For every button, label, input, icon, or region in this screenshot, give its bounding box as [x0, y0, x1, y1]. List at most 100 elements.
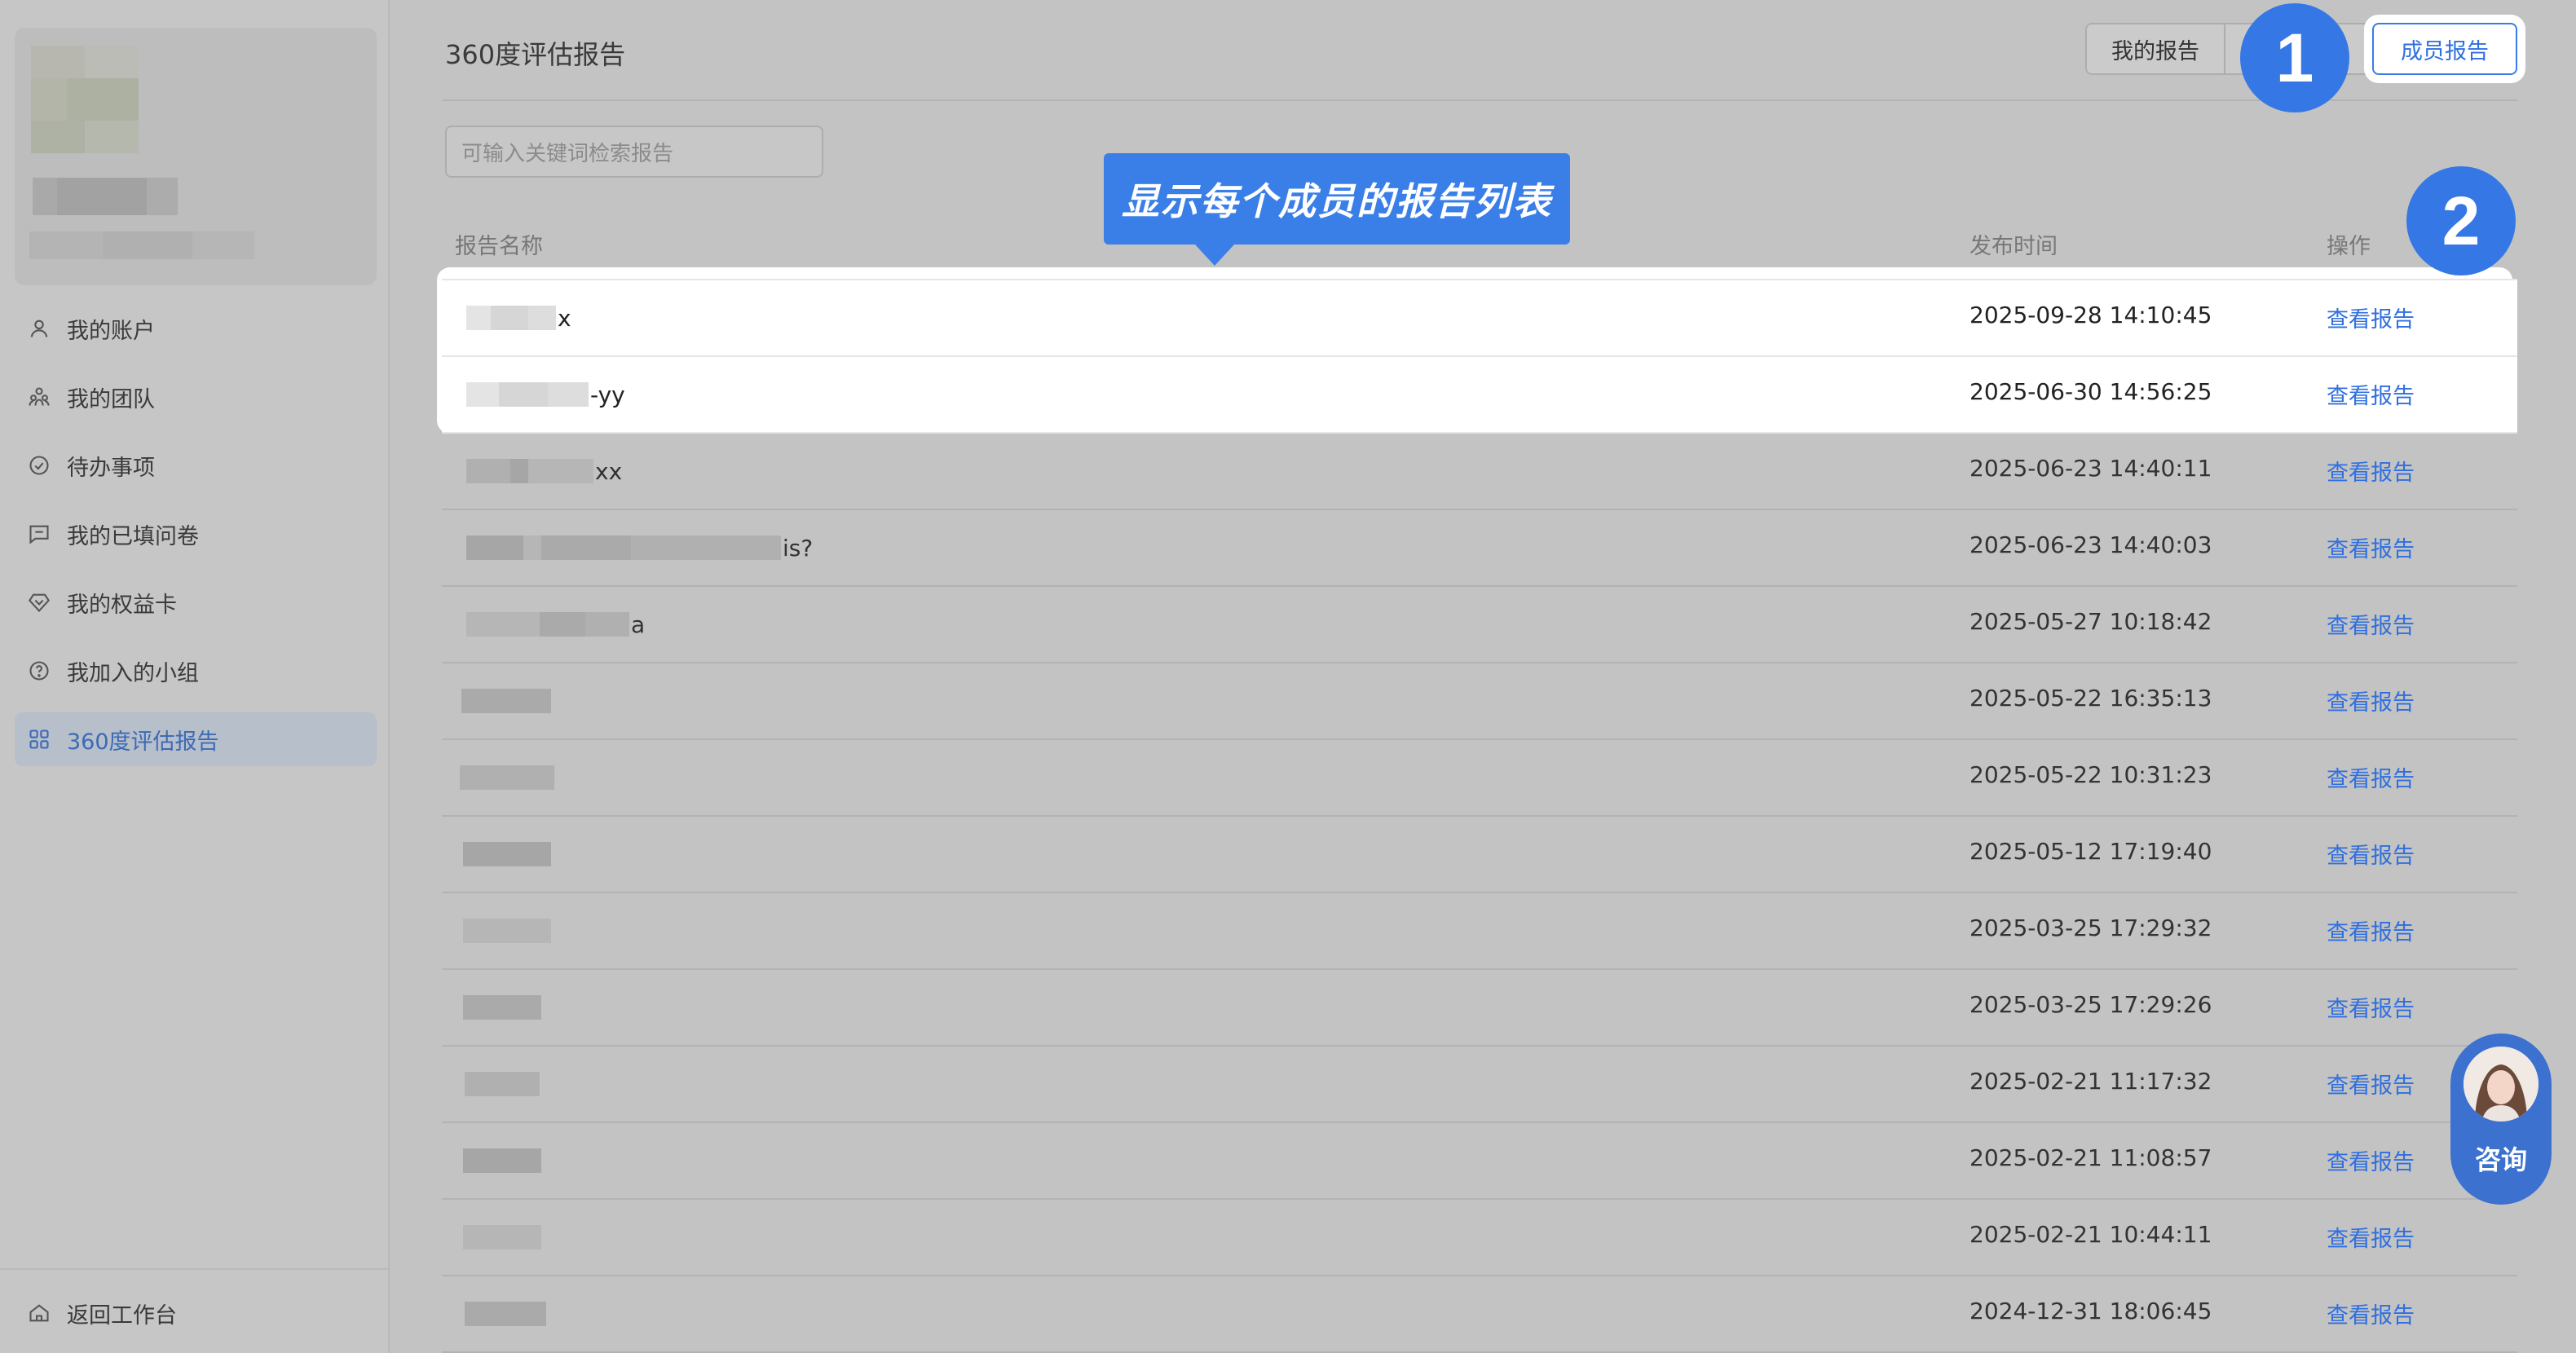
header-divider: [442, 99, 2517, 101]
publish-time: 2025-03-25 17:29:26: [1969, 991, 2212, 1018]
sidebar-footer: 返回工作台: [0, 1268, 388, 1353]
table-row[interactable]: 2025-05-12 17:19:40 查看报告: [442, 817, 2517, 893]
table-row[interactable]: 2025-03-25 17:29:26 查看报告: [442, 970, 2517, 1047]
report-name-suffix: a: [631, 610, 646, 638]
table-row[interactable]: -yy 2025-06-30 14:56:25 查看报告: [442, 357, 2517, 434]
sidebar-item-label: 我的已填问卷: [67, 523, 199, 549]
report-name-cell: [463, 836, 553, 872]
table-row[interactable]: 2025-05-22 16:35:13 查看报告: [442, 663, 2517, 740]
column-name-header: 报告名称: [455, 234, 543, 259]
column-time-header: 发布时间: [1969, 234, 2058, 259]
table-row[interactable]: 2025-05-22 10:31:23 查看报告: [442, 740, 2517, 817]
table-row[interactable]: is? 2025-06-23 14:40:03 查看报告: [442, 510, 2517, 587]
check-circle-icon: [28, 454, 51, 477]
view-report-link[interactable]: 查看报告: [2327, 1298, 2415, 1329]
sidebar-item-2[interactable]: 待办事项: [15, 439, 377, 492]
view-report-link[interactable]: 查看报告: [2327, 608, 2415, 640]
sidebar-item-4[interactable]: 我的权益卡: [15, 575, 377, 629]
sidebar-item-5[interactable]: 我加入的小组: [15, 644, 377, 698]
view-report-link[interactable]: 查看报告: [2327, 455, 2415, 487]
column-action-header: 操作: [2327, 234, 2371, 259]
report-name-redacted: [463, 1225, 541, 1249]
chat-avatar: [2464, 1047, 2539, 1122]
sidebar-item-3[interactable]: 我的已填问卷: [15, 507, 377, 561]
sidebar: 我的账户我的团队待办事项我的已填问卷我的权益卡我加入的小组 360度评估报告 返回…: [0, 0, 390, 1353]
view-report-link[interactable]: 查看报告: [2327, 378, 2415, 410]
tab-my-reports[interactable]: 我的报告: [2085, 23, 2225, 75]
report-name-cell: [460, 760, 556, 795]
sidebar-item-6[interactable]: 360度评估报告: [15, 712, 377, 766]
diamond-icon: [28, 591, 51, 614]
report-name-redacted: [463, 919, 551, 943]
report-name-suffix: x: [558, 304, 571, 332]
home-icon: [28, 1302, 51, 1324]
chat-label: 咨询: [2474, 1144, 2527, 1175]
publish-time: 2025-05-22 10:31:23: [1969, 761, 2212, 788]
sidebar-item-1[interactable]: 我的团队: [15, 370, 377, 424]
view-report-link[interactable]: 查看报告: [2327, 1221, 2415, 1253]
chat-widget[interactable]: 咨询: [2450, 1033, 2552, 1205]
view-report-link[interactable]: 查看报告: [2327, 838, 2415, 870]
publish-time: 2025-05-27 10:18:42: [1969, 608, 2212, 635]
report-name-cell: [465, 1066, 541, 1102]
sidebar-item-label: 我的团队: [67, 386, 155, 412]
report-name-cell: is?: [466, 530, 813, 566]
team-icon: [28, 386, 51, 408]
publish-time: 2025-06-23 14:40:03: [1969, 531, 2212, 558]
table-row[interactable]: 2024-12-31 18:06:45 查看报告: [442, 1276, 2517, 1353]
report-name-cell: [463, 1219, 543, 1255]
table-row[interactable]: xx 2025-06-23 14:40:11 查看报告: [442, 434, 2517, 510]
view-report-link[interactable]: 查看报告: [2327, 531, 2415, 563]
report-name-redacted: [466, 535, 781, 560]
report-name-cell: x: [466, 300, 571, 336]
publish-time: 2025-05-22 16:35:13: [1969, 685, 2212, 712]
question-circle-icon: [28, 659, 51, 682]
sidebar-item-label: 待办事项: [67, 455, 155, 481]
profile-card[interactable]: [15, 28, 377, 285]
sidebar-menu: 我的账户我的团队待办事项我的已填问卷我的权益卡我加入的小组 360度评估报告: [15, 302, 377, 781]
report-name-cell: -yy: [466, 377, 625, 412]
page-scrollbar[interactable]: [2563, 0, 2576, 1353]
report-name-redacted: [466, 382, 589, 407]
publish-time: 2024-12-31 18:06:45: [1969, 1298, 2212, 1324]
table-row[interactable]: a 2025-05-27 10:18:42 查看报告: [442, 587, 2517, 663]
report-name-suffix: is?: [783, 534, 814, 562]
user-icon: [28, 317, 51, 340]
table-row[interactable]: 2025-03-25 17:29:32 查看报告: [442, 893, 2517, 970]
publish-time: 2025-05-12 17:19:40: [1969, 838, 2212, 865]
report-name-redacted: [465, 1072, 540, 1096]
callout-arrow: [1195, 245, 1234, 266]
publish-time: 2025-09-28 14:10:45: [1969, 302, 2212, 328]
table-row[interactable]: 2025-02-21 10:44:11 查看报告: [442, 1200, 2517, 1276]
tab-member-reports[interactable]: 成员报告: [2372, 23, 2517, 75]
sidebar-item-0[interactable]: 我的账户: [15, 302, 377, 355]
report-name-suffix: xx: [595, 457, 623, 485]
table-row[interactable]: x 2025-09-28 14:10:45 查看报告: [442, 279, 2517, 357]
publish-time: 2025-02-21 10:44:11: [1969, 1221, 2212, 1248]
report-name-redacted: [466, 612, 629, 637]
sidebar-item-label: 我加入的小组: [67, 660, 199, 686]
view-report-link[interactable]: 查看报告: [2327, 991, 2415, 1023]
publish-time: 2025-06-23 14:40:11: [1969, 455, 2212, 482]
profile-subtitle-redacted: [29, 231, 254, 259]
callout-tooltip: 显示每个成员的报告列表: [1104, 153, 1570, 245]
table-row[interactable]: 2025-02-21 11:17:32 查看报告: [442, 1047, 2517, 1123]
report-name-redacted: [463, 1148, 541, 1173]
back-to-workbench-link[interactable]: 返回工作台: [15, 1286, 177, 1340]
profile-name-redacted: [33, 178, 178, 215]
step-badge-1: 1: [2240, 3, 2349, 112]
report-name-cell: [463, 1143, 543, 1179]
step-badge-2: 2: [2406, 166, 2516, 275]
report-name-redacted: [466, 459, 593, 483]
view-report-link[interactable]: 查看报告: [2327, 761, 2415, 793]
table-row[interactable]: 2025-02-21 11:08:57 查看报告: [442, 1123, 2517, 1200]
view-report-link[interactable]: 查看报告: [2327, 685, 2415, 716]
report-name-cell: [463, 989, 543, 1025]
view-report-link[interactable]: 查看报告: [2327, 914, 2415, 946]
view-report-link[interactable]: 查看报告: [2327, 1068, 2415, 1100]
report-name-redacted: [461, 689, 551, 713]
report-name-redacted: [466, 306, 556, 330]
search-input[interactable]: 可输入关键词检索报告: [445, 126, 823, 178]
view-report-link[interactable]: 查看报告: [2327, 302, 2415, 333]
view-report-link[interactable]: 查看报告: [2327, 1144, 2415, 1176]
